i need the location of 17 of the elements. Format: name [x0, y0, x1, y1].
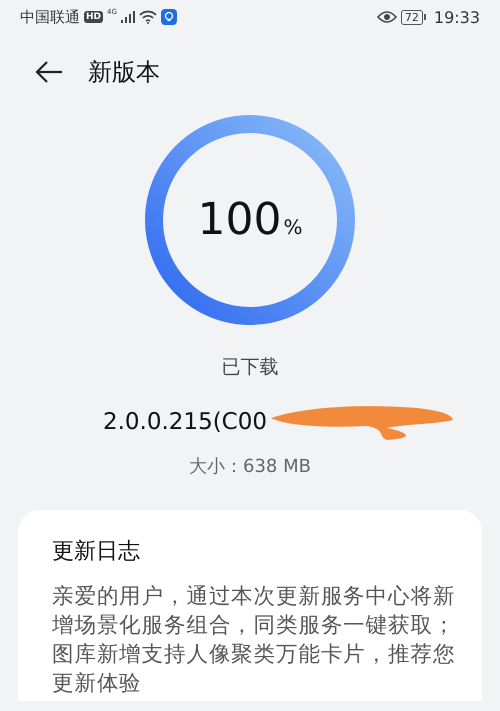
battery-indicator: 72: [400, 10, 426, 24]
hd-badge: HD: [84, 11, 104, 23]
signal-icon: [120, 11, 135, 23]
changelog-text: 亲爱的用户，通过本次更新服务中心将新增场景化服务组合，同类服务一键获取；图库新增支持人像聚类万能卡片，推荐您更新体验: [52, 583, 456, 698]
back-button[interactable]: [34, 60, 64, 84]
download-status: 已下载: [222, 355, 278, 380]
changelog-title: 更新日志: [52, 538, 141, 566]
version-number: 2.0.0.215(C00: [102, 409, 268, 435]
carrier-name: 中国联通: [20, 8, 80, 26]
wifi-icon: [138, 10, 157, 24]
file-size: 大小：638 MB: [189, 455, 311, 478]
clock-time: 19:33: [434, 8, 480, 26]
page-title: 新版本: [88, 57, 160, 88]
lightbulb-icon: [160, 9, 177, 25]
eye-icon: [376, 11, 397, 23]
progress-percent: 100: [198, 194, 282, 245]
percent-sign: %: [283, 215, 302, 239]
